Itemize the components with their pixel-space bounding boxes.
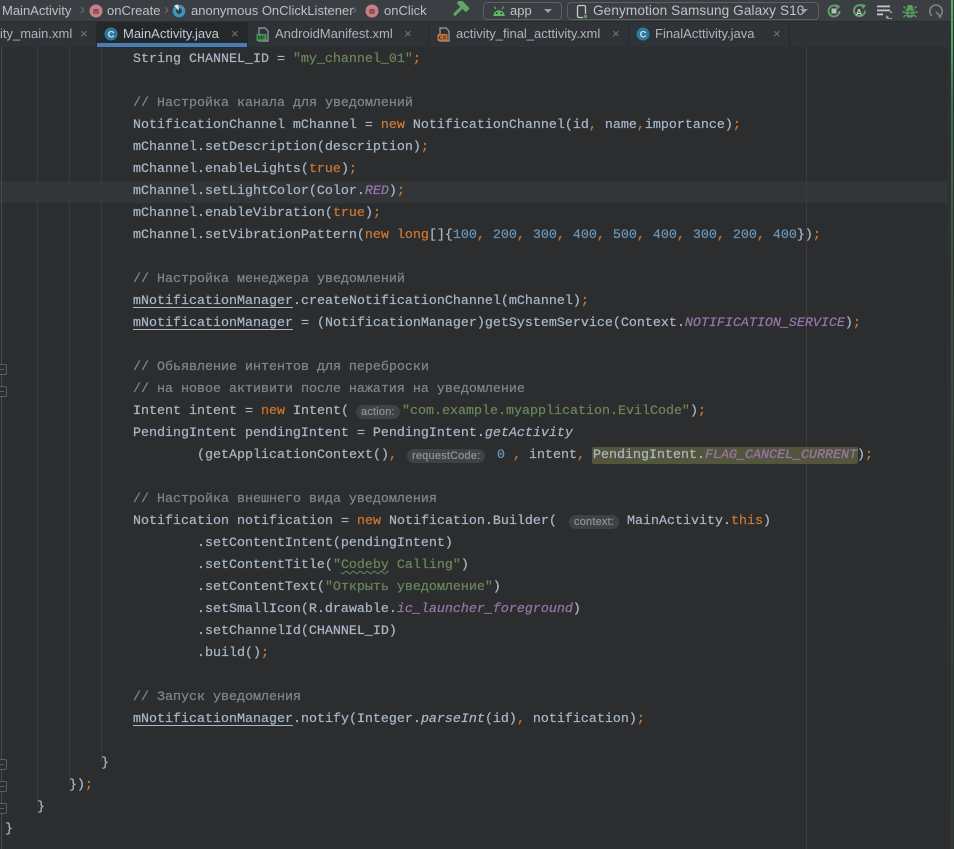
svg-text:CX: CX (439, 36, 447, 42)
svg-text:A: A (856, 8, 863, 18)
svg-text:m: m (93, 6, 99, 17)
svg-text:C: C (640, 30, 647, 41)
svg-text:C: C (108, 30, 115, 41)
svg-text:m: m (369, 6, 375, 17)
svg-text:MF: MF (258, 36, 267, 42)
